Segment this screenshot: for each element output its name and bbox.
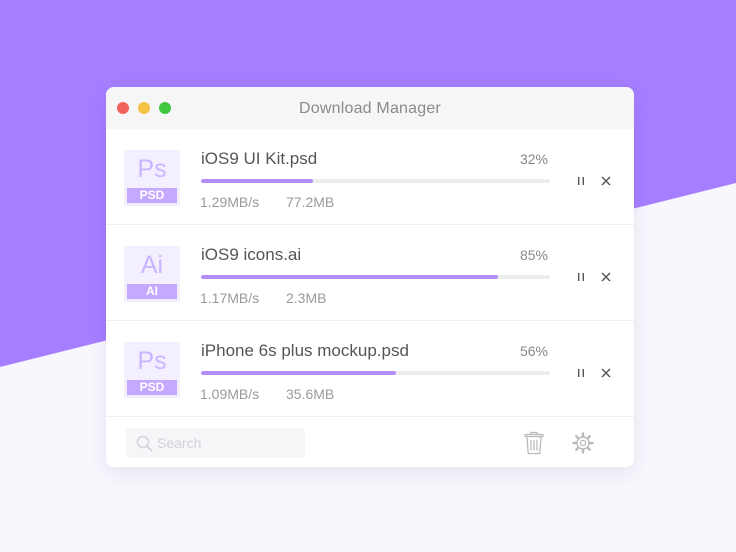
progress-fill: [201, 179, 313, 183]
file-icon-ext: PSD: [127, 188, 177, 203]
pause-icon: [578, 273, 584, 281]
progress-percent: 56%: [519, 343, 548, 359]
cancel-download-button[interactable]: [598, 269, 614, 285]
pause-button[interactable]: [573, 173, 589, 189]
file-name: iOS9 UI Kit.psd: [201, 149, 318, 168]
search-input[interactable]: [157, 428, 297, 458]
cancel-download-button[interactable]: [598, 173, 614, 189]
progress-bar: [201, 275, 550, 279]
footer-toolbar: [106, 417, 634, 467]
download-row: Ps PSD iPhone 6s plus mockup.psd 56% 1.0…: [106, 321, 634, 417]
file-size: 35.6MB: [286, 386, 335, 402]
pause-button[interactable]: [573, 269, 589, 285]
progress-bar: [201, 179, 550, 183]
download-speed: 1.17MB/s: [200, 290, 260, 306]
file-size: 2.3MB: [286, 290, 327, 306]
photoshop-file-icon: Ps PSD: [124, 150, 180, 206]
photoshop-file-icon: Ps PSD: [124, 342, 180, 398]
download-manager-window: Download Manager Ps PSD iOS9 UI Kit.psd …: [106, 87, 634, 467]
file-icon-abbr: Ai: [140, 251, 164, 279]
download-row: Ai AI iOS9 icons.ai 85% 1.17MB/s 2.3MB: [106, 225, 634, 321]
cancel-download-button[interactable]: [598, 365, 614, 381]
file-size: 77.2MB: [286, 194, 335, 210]
trash-icon[interactable]: [524, 431, 544, 455]
file-icon-ext: PSD: [127, 380, 177, 395]
search-box: [126, 428, 305, 458]
progress-percent: 85%: [519, 247, 548, 263]
download-speed: 1.29MB/s: [200, 194, 260, 210]
progress-percent: 32%: [519, 151, 548, 167]
window-title: Download Manager: [299, 100, 441, 117]
file-name: iOS9 icons.ai: [201, 245, 302, 264]
download-speed: 1.09MB/s: [200, 386, 260, 402]
file-icon-abbr: Ps: [137, 155, 167, 183]
pause-icon: [578, 177, 584, 185]
close-icon: [601, 368, 611, 378]
pause-button[interactable]: [573, 365, 589, 381]
illustrator-file-icon: Ai AI: [124, 246, 180, 302]
gear-icon[interactable]: [572, 432, 594, 454]
progress-bar: [201, 371, 550, 375]
title-bar: Download Manager: [106, 87, 634, 129]
progress-fill: [201, 371, 397, 375]
progress-fill: [201, 275, 498, 279]
file-icon-abbr: Ps: [137, 347, 167, 375]
file-name: iPhone 6s plus mockup.psd: [201, 341, 409, 360]
pause-icon: [578, 369, 584, 377]
close-icon: [601, 176, 611, 186]
download-row: Ps PSD iOS9 UI Kit.psd 32% 1.29MB/s 77.2…: [106, 129, 634, 225]
file-icon-ext: AI: [127, 284, 177, 299]
close-icon: [601, 272, 611, 282]
search-icon: [136, 435, 153, 452]
